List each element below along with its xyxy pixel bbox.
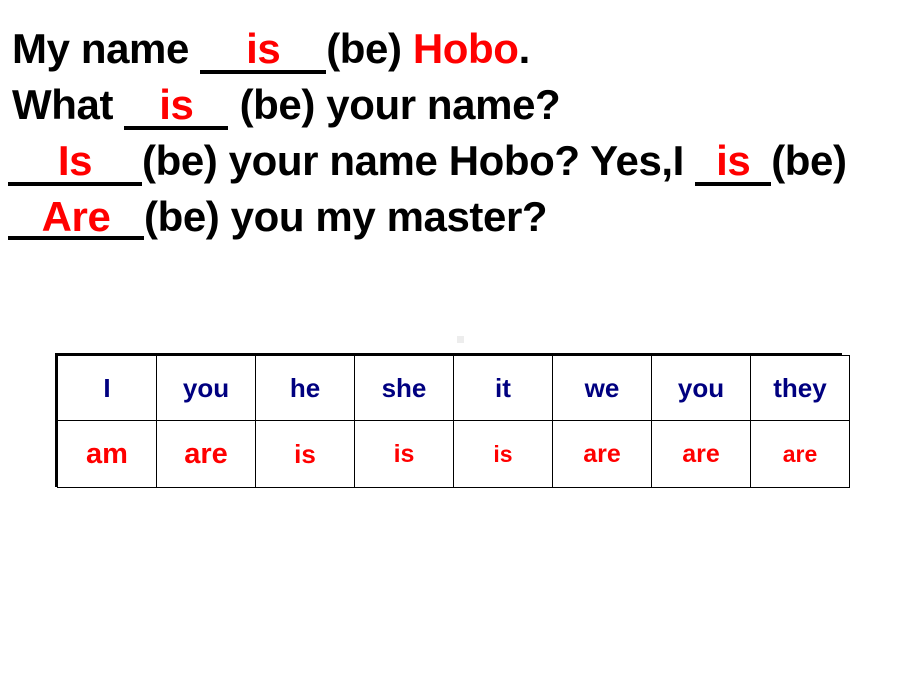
- pronoun-cell-1: you: [156, 355, 256, 421]
- line-3-text-after: (be) your name Hobo? Yes,I: [142, 137, 696, 184]
- blank-4[interactable]: is: [695, 137, 772, 186]
- line-4-text-after: (be) you my master?: [144, 193, 548, 240]
- pronoun-cell-5: we: [552, 355, 652, 421]
- pronoun-cell-6: you: [651, 355, 751, 421]
- table-row-verbs: am are is is is are are are: [57, 420, 850, 488]
- table-row-pronouns: I you he she it we you they: [57, 355, 850, 421]
- verb-cell-4: is: [453, 420, 553, 488]
- be-verb-conjugation-table: I you he she it we you they am are is is…: [55, 353, 850, 488]
- pronoun-cell-3: she: [354, 355, 454, 421]
- verb-cell-3: is: [354, 420, 454, 488]
- blank-5[interactable]: Are: [8, 193, 144, 240]
- blank-3-answer: Is: [57, 137, 93, 184]
- blank-3[interactable]: Is: [8, 137, 142, 186]
- stray-artifact-square: [457, 336, 464, 343]
- exercise-line-3: Is (be) your name Hobo? Yes,I is (be): [0, 137, 920, 186]
- line-1-highlight-word: Hobo: [412, 25, 519, 72]
- verb-cell-5: are: [552, 420, 652, 488]
- line-1-text-before: My name: [12, 25, 201, 72]
- exercise-line-1: My name is (be) Hobo.: [0, 25, 920, 74]
- line-1-tail: .: [518, 25, 531, 72]
- verb-cell-0: am: [57, 420, 157, 488]
- pronoun-cell-4: it: [453, 355, 553, 421]
- pronoun-cell-2: he: [255, 355, 355, 421]
- verb-cell-1: are: [156, 420, 256, 488]
- line-2-text-after: (be) your name?: [228, 81, 561, 128]
- blank-2-answer: is: [159, 81, 194, 128]
- line-1-text-after: (be): [326, 25, 413, 72]
- line-3-text-after-2: (be): [771, 137, 847, 184]
- blank-4-answer: is: [716, 137, 751, 184]
- blank-1-answer: is: [246, 25, 281, 72]
- verb-cell-6: are: [651, 420, 751, 488]
- pronoun-cell-7: they: [750, 355, 850, 421]
- blank-1[interactable]: is: [200, 25, 327, 74]
- verb-cell-7: are: [750, 420, 850, 488]
- blank-5-answer: Are: [41, 193, 111, 240]
- line-2-text-before: What: [12, 81, 125, 128]
- pronoun-cell-0: I: [57, 355, 157, 421]
- exercise-line-4: Are (be) you my master?: [0, 193, 920, 240]
- exercise-line-2: What is (be) your name?: [0, 81, 920, 130]
- verb-cell-2: is: [255, 420, 355, 488]
- blank-2[interactable]: is: [124, 81, 229, 130]
